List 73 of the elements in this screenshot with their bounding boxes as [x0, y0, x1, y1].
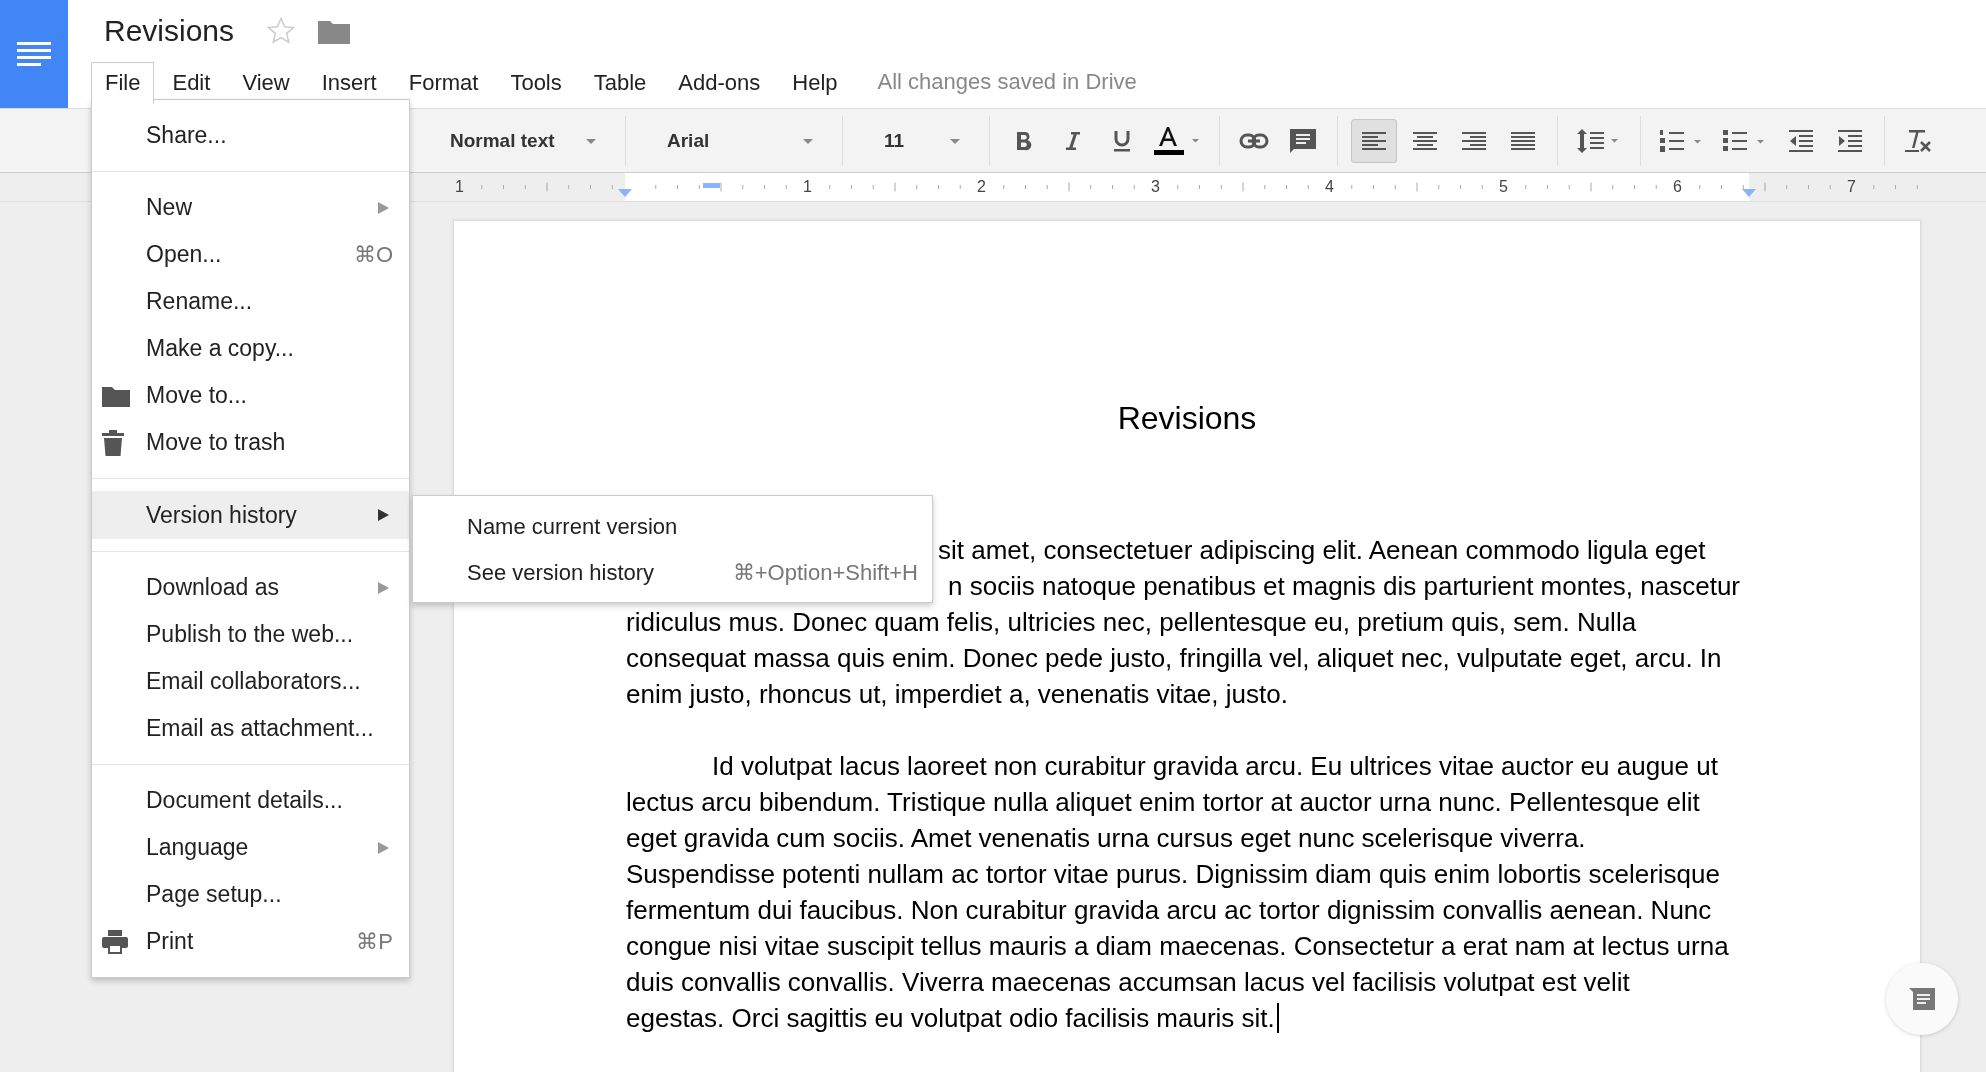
trash-icon	[102, 429, 124, 456]
comment-icon	[1290, 128, 1316, 153]
save-status: All changes saved in Drive	[877, 69, 1137, 95]
ruler-number: 3	[1151, 177, 1160, 197]
ruler-number: 1	[803, 177, 812, 197]
ruler-number: 5	[1499, 177, 1508, 197]
menu-item[interactable]: Email as attachment...	[92, 705, 409, 752]
bulleted-list-icon	[1723, 128, 1767, 153]
font-dropdown[interactable]: Arial	[639, 120, 829, 161]
menu-item[interactable]: Tools	[496, 62, 576, 102]
menu-item[interactable]: Rename...	[92, 278, 409, 325]
menu-item[interactable]: Share...	[92, 112, 409, 159]
style-dropdown[interactable]: Normal text	[422, 120, 612, 161]
comments-button[interactable]	[1886, 963, 1958, 1035]
menu-item[interactable]: Move to trash	[92, 419, 409, 466]
menu-item[interactable]: Insert	[307, 62, 391, 102]
star-icon[interactable]	[266, 16, 297, 46]
folder-icon[interactable]	[318, 18, 351, 44]
menu-item[interactable]: Move to...	[92, 372, 409, 419]
text-line: sit amet, consectetuer adipiscing elit. Aenean commodo ligula eget	[938, 534, 1706, 567]
ruler-number: 6	[1673, 177, 1682, 197]
underline-icon	[1113, 129, 1131, 152]
menu-item[interactable]: File	[91, 61, 155, 103]
menu-item[interactable]: Open... ⌘O	[92, 231, 409, 278]
numbered-list-icon	[1660, 128, 1704, 153]
bold-icon	[1015, 130, 1033, 151]
menu-item[interactable]: New	[92, 184, 409, 231]
font-size-dropdown[interactable]: 11	[856, 120, 976, 161]
ruler-number: 2	[977, 177, 986, 197]
italic-icon	[1064, 130, 1082, 151]
body-paragraph: Id volutpat lacus laoreet non curabitur gravida arcu. Eu ultrices vitae auctor eu augue ut lectus arcu bibendum. Tristique nulla aliquet enim tortor at auctor urna nunc. Pellentesque elit eget gravida cum sociis. Amet venenatis urna cursus eget nunc scelerisque viverra. Suspendisse potenti nullam ac tortor vitae purus. Dignissim diam quis enim lobortis scelerisque fermentum dui faucibus. Non curabitur gravida arcu ac tortor dignissim convallis aenean. Nunc congue nisi vitae suscipit tellus mauris a diam maecenas. Consectetur a erat nam at lectus urna duis convallis convallis. Viverra maecenas accumsan lacus vel facilisis volutpat est velit egestas. Orci sagittis eu volutpat odio facilisis mauris sit.	[626, 750, 1729, 1035]
printer-icon	[102, 929, 128, 954]
document-title[interactable]: Revisions	[104, 14, 235, 48]
increase-indent-icon	[1838, 129, 1862, 152]
menu-item[interactable]: Language	[92, 824, 409, 871]
menu-item[interactable]: Make a copy...	[92, 325, 409, 372]
menu-item[interactable]: Print ⌘P	[92, 918, 409, 965]
heading: Revisions	[1116, 399, 1258, 438]
text-line: enim justo, rhoncus ut, imperdiet a, venenatis vitae, justo.	[626, 678, 1288, 711]
comment-icon	[1909, 988, 1935, 1010]
text-line: ridiculus mus. Donec quam felis, ultricies nec, pellentesque eu, pretium quis, sem. Nulla	[626, 606, 1637, 639]
folder-icon	[102, 384, 130, 407]
menu-item[interactable]: Document details...	[92, 777, 409, 824]
menu-item[interactable]: Table	[579, 62, 661, 102]
menu-item[interactable]: Version history	[92, 491, 409, 539]
menu-item[interactable]: Help	[778, 62, 852, 102]
docs-logo[interactable]	[0, 0, 68, 108]
ruler-number: 1	[455, 177, 464, 197]
menu-icon	[17, 42, 51, 66]
menu-item[interactable]: Page setup...	[92, 871, 409, 918]
link-icon	[1239, 132, 1269, 149]
menu-item[interactable]: Add-ons	[664, 62, 775, 102]
menu-item[interactable]: Email collaborators...	[92, 658, 409, 705]
text-color-icon	[1154, 125, 1202, 156]
text-line: consequat massa quis enim. Donec pede justo, fringilla vel, aliquet nec, vulputate eget, arcu. In	[626, 642, 1722, 675]
menu-item[interactable]: Publish to the web...	[92, 611, 409, 658]
menu-item[interactable]: Edit	[158, 62, 225, 102]
menu-item[interactable]: See version history ⌘+Option+Shift+H	[413, 550, 932, 596]
ruler-number: 4	[1325, 177, 1334, 197]
align-button[interactable]	[1351, 118, 1397, 163]
ruler-number: 7	[1847, 177, 1856, 197]
text-line: n sociis natoque penatibus et magnis dis parturient montes, nascetur	[948, 570, 1740, 603]
menu-item[interactable]: Download as	[92, 564, 409, 611]
align-icon	[1362, 130, 1386, 151]
clear-formatting-icon	[1905, 128, 1933, 153]
line-spacing-icon	[1577, 128, 1621, 153]
menu-item[interactable]: Name current version	[413, 504, 932, 550]
menu-item[interactable]: View	[228, 62, 304, 102]
align-icon	[1413, 130, 1437, 151]
decrease-indent-icon	[1789, 129, 1813, 152]
align-icon	[1462, 130, 1486, 151]
align-icon	[1511, 130, 1535, 151]
menu-item[interactable]: Format	[394, 62, 493, 102]
